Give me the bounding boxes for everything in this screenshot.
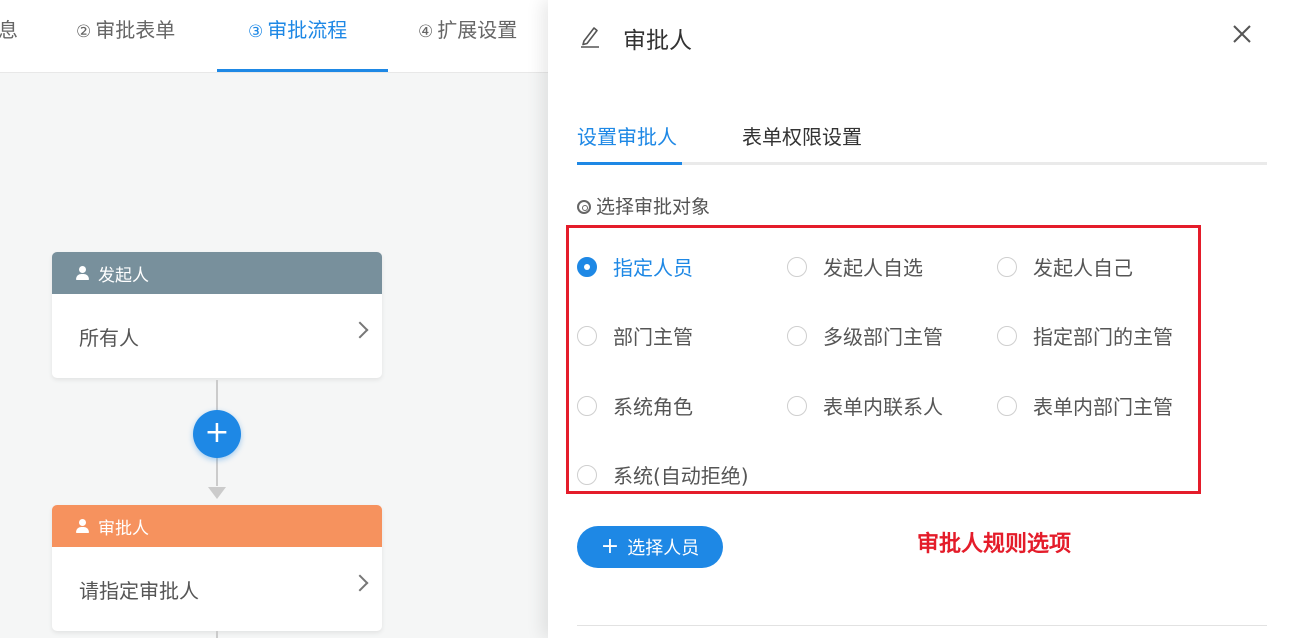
approver-node-header: 审批人 [52, 505, 382, 547]
drawer-tabs: 设置审批人 表单权限设置 [577, 121, 1267, 165]
section-label: 选择审批对象 [577, 192, 710, 219]
flow-connector [216, 631, 218, 638]
step-number: ② [76, 22, 92, 42]
radio[interactable] [577, 325, 597, 346]
chevron-right-icon [351, 574, 369, 592]
step-label: 审批流程 [267, 18, 348, 42]
step-label: 审批表单 [95, 18, 176, 42]
radio-checked[interactable] [577, 256, 597, 277]
start-node-body[interactable]: 所有人 [52, 294, 382, 378]
radio[interactable] [997, 325, 1017, 346]
active-tab-indicator [577, 162, 682, 165]
user-icon [76, 519, 90, 533]
option-initiator-self[interactable]: 发起人自己 [997, 252, 1133, 281]
option-label: 发起人自己 [1033, 256, 1133, 280]
option-form-contact[interactable]: 表单内联系人 [787, 391, 943, 420]
step-approval-flow[interactable]: ③ 审批流程 [248, 14, 347, 43]
select-person-button[interactable]: + 选择人员 [577, 526, 723, 568]
option-system-auto-reject[interactable]: 系统(自动拒绝) [577, 460, 749, 489]
option-multilevel-manager[interactable]: 多级部门主管 [787, 321, 943, 350]
radio[interactable] [787, 325, 807, 346]
divider [577, 625, 1267, 626]
radio[interactable] [787, 395, 807, 416]
option-form-dept-manager[interactable]: 表单内部门主管 [997, 391, 1173, 420]
flow-canvas: 发起人 所有人 + 审批人 请指定审批人 [0, 74, 548, 638]
gear-icon [577, 200, 591, 214]
close-icon[interactable] [1230, 22, 1254, 46]
add-node-button[interactable]: + [193, 410, 241, 458]
approver-node-value: 请指定审批人 [79, 578, 199, 603]
start-node-title: 发起人 [98, 265, 149, 286]
tab-form-permissions[interactable]: 表单权限设置 [742, 121, 862, 150]
step-number: ③ [248, 22, 264, 42]
step-basic-info[interactable]: 息 [0, 14, 18, 43]
radio[interactable] [577, 464, 597, 485]
radio[interactable] [997, 256, 1017, 277]
tab-set-approver[interactable]: 设置审批人 [577, 121, 677, 150]
approver-node[interactable]: 审批人 请指定审批人 [52, 505, 382, 631]
approver-node-body[interactable]: 请指定审批人 [52, 547, 382, 631]
option-specified-dept-manager[interactable]: 指定部门的主管 [997, 321, 1173, 350]
user-icon [76, 266, 90, 280]
option-dept-manager[interactable]: 部门主管 [577, 321, 693, 350]
start-node-value: 所有人 [79, 325, 139, 350]
edit-icon [581, 27, 599, 48]
steps-bar: 息 ② 审批表单 ③ 审批流程 ④ 扩展设置 [0, 0, 548, 73]
step-label: 扩展设置 [437, 18, 518, 42]
plus-icon: + [600, 534, 620, 559]
start-node[interactable]: 发起人 所有人 [52, 252, 382, 378]
option-label: 发起人自选 [823, 256, 923, 280]
active-step-indicator [217, 69, 388, 72]
step-label: 息 [0, 18, 18, 42]
approver-node-title: 审批人 [98, 518, 149, 539]
option-label: 系统(自动拒绝) [613, 464, 749, 488]
chevron-right-icon [351, 321, 369, 339]
select-person-label: 选择人员 [627, 538, 700, 559]
option-label: 指定人员 [613, 256, 693, 280]
option-initiator-select[interactable]: 发起人自选 [787, 252, 923, 281]
start-node-header: 发起人 [52, 252, 382, 294]
drawer-title: 审批人 [623, 28, 692, 54]
radio[interactable] [997, 395, 1017, 416]
option-label: 指定部门的主管 [1033, 325, 1173, 349]
flow-arrow-icon [208, 487, 226, 499]
option-label: 部门主管 [613, 325, 693, 349]
approver-drawer: 审批人 设置审批人 表单权限设置 选择审批对象 指定人员 发起人自选 发起人自己… [548, 0, 1291, 638]
step-approval-form[interactable]: ② 审批表单 [76, 14, 175, 43]
section-label-text: 选择审批对象 [596, 196, 711, 218]
option-label: 表单内联系人 [823, 395, 943, 419]
step-number: ④ [418, 22, 434, 42]
option-label: 表单内部门主管 [1033, 395, 1173, 419]
step-extended-settings[interactable]: ④ 扩展设置 [418, 14, 517, 43]
option-designated-person[interactable]: 指定人员 [577, 252, 693, 281]
radio[interactable] [787, 256, 807, 277]
annotation-text: 审批人规则选项 [917, 532, 1072, 557]
option-label: 系统角色 [613, 395, 693, 419]
radio[interactable] [577, 395, 597, 416]
option-label: 多级部门主管 [823, 325, 943, 349]
option-system-role[interactable]: 系统角色 [577, 391, 693, 420]
